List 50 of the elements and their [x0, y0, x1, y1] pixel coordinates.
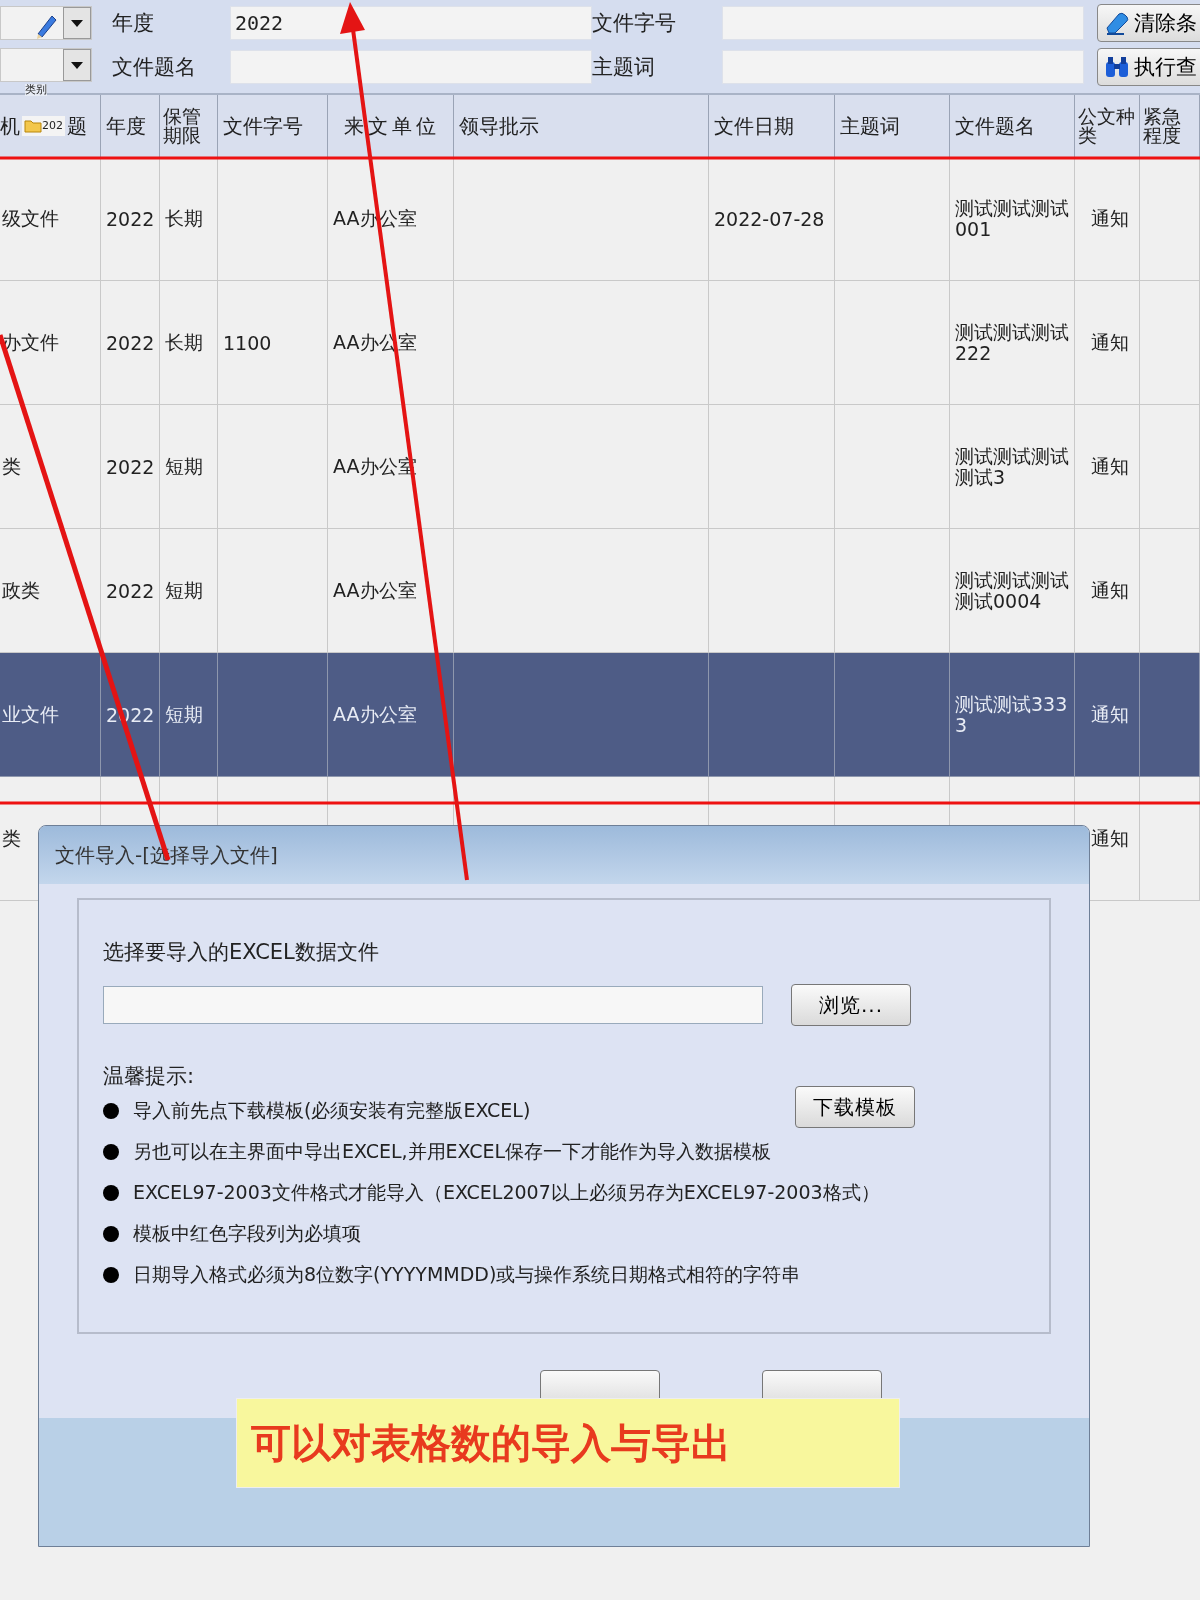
- field-label: 文件字号: [592, 10, 677, 37]
- file-prompt-label: 选择要导入的EXCEL数据文件: [103, 939, 380, 966]
- column-header: 年度: [101, 95, 160, 157]
- column-header: 文件日期: [709, 95, 835, 157]
- column-header: 领导批示: [454, 95, 709, 157]
- column-header: 公文种类: [1075, 95, 1140, 157]
- bullet-icon: [103, 1266, 119, 1283]
- bullet-icon: [103, 1102, 119, 1119]
- tip-text: 导入前先点下载模板(必须安装有完整版EXCEL): [133, 1097, 531, 1123]
- tip-text: 模板中红色字段列为必填项: [133, 1220, 361, 1246]
- column-header: 机: [0, 115, 20, 137]
- input-field[interactable]: 2022: [230, 6, 592, 40]
- tip-text: EXCEL97-2003文件格式才能导入（EXCEL2007以上必须另存为EXCEL97-2003格式）: [133, 1179, 880, 1205]
- column-header: 主题词: [835, 95, 950, 157]
- category-label: 类别: [25, 84, 47, 96]
- download-template-button[interactable]: 下载模板: [795, 1086, 915, 1128]
- field-label: 年度: [112, 10, 155, 37]
- column-header: 紧急程度: [1140, 95, 1200, 157]
- bullet-icon: [103, 1225, 119, 1242]
- clear-button[interactable]: 清除条: [1097, 4, 1200, 42]
- field-label: 主题词: [592, 54, 656, 81]
- search-button[interactable]: 执行查: [1097, 48, 1200, 86]
- column-header: 保管期限: [160, 95, 218, 157]
- bullet-icon: [103, 1184, 119, 1201]
- caret-icon: [71, 19, 83, 27]
- tip-text: 日期导入格式必须为8位数字(YYYYMMDD)或与操作系统日期格式相符的字符串: [133, 1261, 801, 1287]
- tips-title: 温馨提示:: [103, 1063, 196, 1090]
- table-row[interactable]: 级文件 2022 长期 AA办公室 2022-07-28 测试测试测试001 通知: [0, 157, 1200, 281]
- dropdown-arrow-button[interactable]: [63, 49, 91, 81]
- column-header: 题: [67, 115, 87, 137]
- bullet-icon: [103, 1143, 119, 1160]
- dropdown-field[interactable]: [0, 6, 92, 40]
- input-field[interactable]: [722, 6, 1084, 40]
- browse-button[interactable]: 浏览...: [791, 984, 911, 1026]
- dropdown-field[interactable]: [0, 48, 92, 82]
- input-field[interactable]: [230, 50, 592, 84]
- file-path-field[interactable]: [103, 986, 763, 1024]
- field-label: 文件题名: [112, 54, 197, 81]
- binoculars-icon: [1104, 54, 1130, 80]
- input-field[interactable]: [722, 50, 1084, 84]
- column-header: 文件题名: [950, 95, 1075, 157]
- eraser-icon: [1104, 10, 1130, 36]
- column-header: 文件字号: [218, 95, 328, 157]
- annotation-tooltip: 可以对表格数的导入与导出: [236, 1398, 900, 1488]
- tip-text: 另也可以在主界面中导出EXCEL,并用EXCEL保存一下才能作为导入数据模板: [133, 1138, 772, 1164]
- caret-icon: [71, 61, 83, 69]
- dropdown-arrow-button[interactable]: [63, 7, 91, 39]
- table-row[interactable]: 政类 2022 短期 AA办公室 测试测试测试测试0004 通知: [0, 529, 1200, 653]
- folder-label: 202: [42, 118, 63, 134]
- folder-icon: [24, 119, 42, 133]
